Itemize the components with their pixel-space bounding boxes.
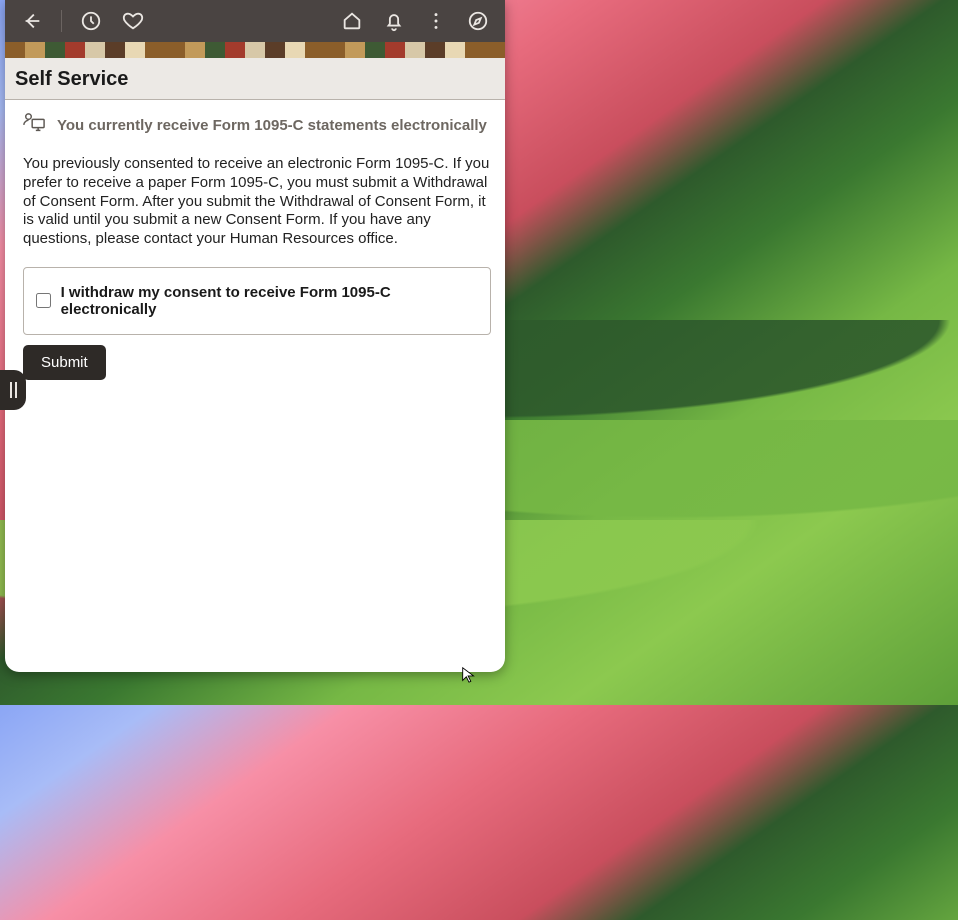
page-title: Self Service: [15, 68, 495, 91]
home-button[interactable]: [333, 2, 371, 40]
withdraw-consent-label[interactable]: I withdraw my consent to receive Form 10…: [61, 284, 478, 318]
page-title-bar: Self Service: [5, 58, 505, 100]
body-copy: You previously consented to receive an e…: [5, 145, 505, 255]
side-panel-handle[interactable]: [0, 370, 26, 410]
app-window: Self Service You currently receive Form …: [5, 0, 505, 672]
decorative-pattern-strip: [5, 42, 505, 58]
status-row: You currently receive Form 1095-C statem…: [5, 100, 505, 145]
person-monitor-icon: [21, 112, 47, 139]
submit-button[interactable]: Submit: [23, 345, 106, 380]
explore-button[interactable]: [459, 2, 497, 40]
toolbar-separator: [61, 10, 62, 32]
consent-box: I withdraw my consent to receive Form 10…: [23, 267, 491, 335]
handle-icon: [10, 382, 17, 398]
toolbar: [5, 0, 505, 42]
withdraw-consent-checkbox[interactable]: [36, 293, 51, 308]
history-button[interactable]: [72, 2, 110, 40]
submit-row: Submit: [5, 335, 505, 380]
back-button[interactable]: [13, 2, 51, 40]
favorite-button[interactable]: [114, 2, 152, 40]
status-heading: You currently receive Form 1095-C statem…: [57, 117, 487, 134]
notifications-button[interactable]: [375, 2, 413, 40]
menu-button[interactable]: [417, 2, 455, 40]
